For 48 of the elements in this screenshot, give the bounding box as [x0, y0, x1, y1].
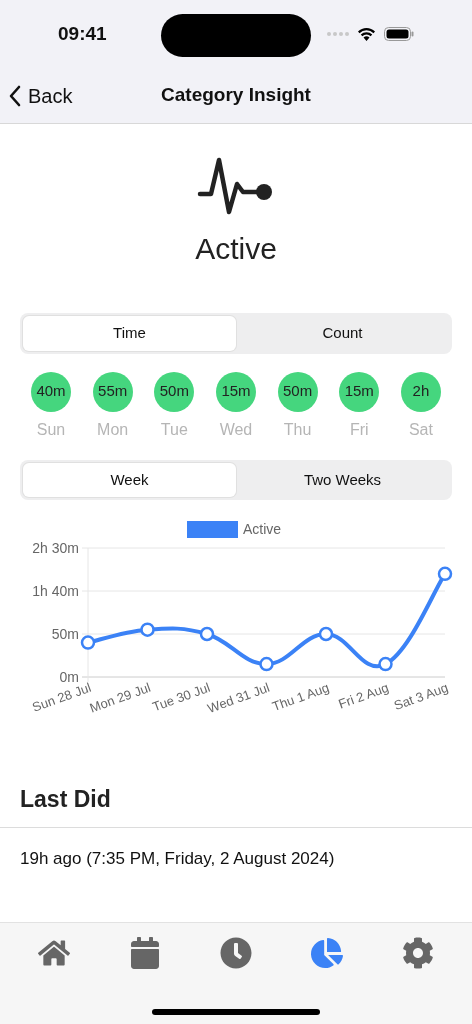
y-tick-label: 1h 40m — [32, 583, 79, 599]
clock-icon — [219, 937, 252, 969]
x-tick-label: Sat 3 Aug — [391, 679, 451, 714]
y-tick-label: 50m — [51, 626, 79, 642]
segment-tab[interactable]: Count — [236, 316, 449, 351]
battery-icon — [384, 27, 414, 41]
day-label: Sun — [36, 419, 66, 440]
day-label: Thu — [283, 419, 312, 440]
wifi-icon — [357, 27, 376, 41]
status-time: 09:41 — [58, 21, 107, 46]
settings-icon — [402, 937, 435, 969]
legend-label: Active — [243, 521, 282, 537]
x-tick-label: Fri 2 Aug — [336, 679, 391, 712]
day-label: Mon — [97, 419, 129, 440]
data-point — [318, 626, 334, 642]
data-point — [199, 626, 215, 642]
chevron-left-icon — [8, 84, 22, 107]
x-tick-label: Thu 1 Aug — [270, 679, 332, 715]
data-point — [437, 566, 453, 582]
day-label: Wed — [219, 419, 253, 440]
segment-tab[interactable]: Time — [23, 316, 236, 351]
day-value-badge: 15m — [339, 371, 380, 412]
y-tick-label: 0m — [59, 669, 79, 685]
day-value-badge: 15m — [215, 371, 256, 412]
calendar-icon — [128, 937, 161, 969]
day-value-badge: 50m — [154, 371, 195, 412]
section-heading: Last Did — [19, 785, 112, 814]
day-value-badge: 2h — [400, 371, 441, 412]
signal-icon — [327, 32, 349, 36]
day-label: Tue — [160, 419, 188, 440]
back-button[interactable]: Back — [8, 80, 73, 111]
day-value-badge: 40m — [31, 371, 71, 412]
day-value-badge: 55m — [92, 371, 133, 412]
day-label: Sat — [408, 419, 433, 440]
y-tick-label: 2h 30m — [32, 540, 79, 556]
data-point — [140, 622, 155, 637]
nav-title: Category Insight — [161, 83, 311, 108]
segment-tab[interactable]: Two Weeks — [236, 462, 449, 497]
day-value-badge: 50m — [277, 371, 318, 412]
pie-chart-icon — [311, 937, 344, 969]
data-point — [259, 656, 274, 672]
legend-swatch — [187, 521, 238, 538]
segment-tab[interactable]: Week — [23, 462, 236, 497]
data-point — [378, 656, 393, 672]
day-label: Fri — [349, 419, 369, 440]
data-point — [80, 635, 96, 650]
last-did-text: 19h ago (7:35 PM, Friday, 2 August 2024) — [20, 848, 335, 868]
category-name: Active — [195, 231, 277, 267]
